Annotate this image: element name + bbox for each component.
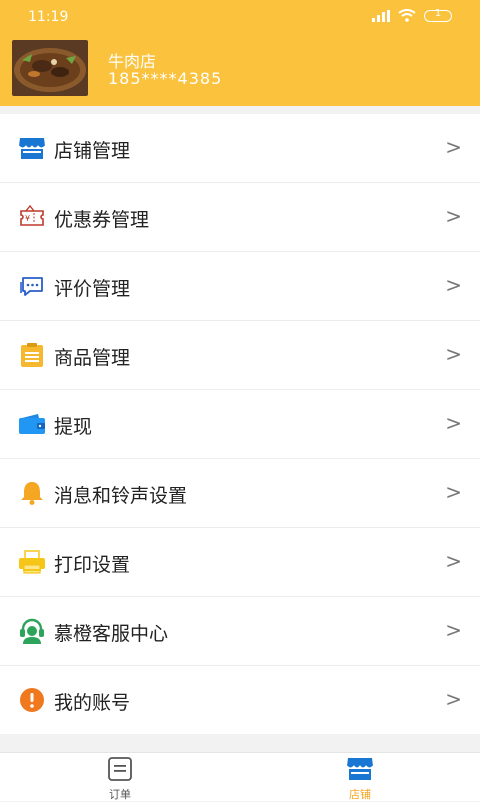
- menu-item-print-settings[interactable]: 打印设置 >: [0, 528, 480, 597]
- alert-icon: [18, 687, 46, 713]
- menu-item-review-management[interactable]: 评价管理 >: [0, 252, 480, 321]
- signal-icon: [372, 9, 390, 22]
- chevron-right-icon: >: [445, 342, 462, 366]
- menu-item-label: 店铺管理: [54, 140, 131, 162]
- clipboard-icon: [18, 342, 46, 368]
- headset-icon: [18, 618, 46, 644]
- chat-icon: [18, 273, 46, 299]
- menu-item-label: 评价管理: [54, 278, 131, 300]
- status-time: 11:19: [28, 9, 69, 25]
- settings-menu: 店铺管理 > ¥ 优惠券管理 > 评价管理 > 商品管理 > 提现 > 消息和铃…: [0, 114, 480, 734]
- chevron-right-icon: >: [445, 273, 462, 297]
- bell-icon: [18, 480, 46, 506]
- menu-item-label: 我的账号: [54, 692, 131, 714]
- menu-item-label: 提现: [54, 416, 93, 438]
- coupon-icon: ¥: [18, 204, 46, 230]
- order-icon: [108, 757, 132, 781]
- tab-store[interactable]: 店铺: [320, 757, 400, 802]
- chevron-right-icon: >: [445, 480, 462, 504]
- chevron-right-icon: >: [445, 549, 462, 573]
- store-icon: [18, 135, 46, 161]
- store-avatar[interactable]: [12, 40, 88, 96]
- status-bar: 11:19 1: [0, 0, 480, 34]
- profile-header: 11:19 1 牛肉店 185****4385: [0, 0, 480, 106]
- menu-item-coupon-management[interactable]: ¥ 优惠券管理 >: [0, 183, 480, 252]
- wifi-icon: [398, 9, 416, 22]
- chevron-right-icon: >: [445, 687, 462, 711]
- chevron-right-icon: >: [445, 204, 462, 228]
- chevron-right-icon: >: [445, 411, 462, 435]
- chevron-right-icon: >: [445, 618, 462, 642]
- menu-item-customer-service[interactable]: 慕橙客服中心 >: [0, 597, 480, 666]
- store-icon: [346, 758, 374, 780]
- menu-item-label: 优惠券管理: [54, 209, 150, 231]
- menu-item-my-account[interactable]: 我的账号 >: [0, 666, 480, 734]
- tab-orders[interactable]: 订单: [80, 757, 160, 802]
- menu-item-notification-settings[interactable]: 消息和铃声设置 >: [0, 459, 480, 528]
- bottom-tab-bar: 订单 店铺: [0, 752, 480, 801]
- menu-item-label: 打印设置: [54, 554, 131, 576]
- menu-item-withdraw[interactable]: 提现 >: [0, 390, 480, 459]
- chevron-right-icon: >: [445, 135, 462, 159]
- battery-level: 1: [434, 7, 442, 19]
- store-phone: 185****4385: [108, 69, 223, 88]
- status-icons: 1: [372, 7, 452, 22]
- menu-item-store-management[interactable]: 店铺管理 >: [0, 114, 480, 183]
- battery-icon: 1: [424, 7, 452, 22]
- printer-icon: [18, 549, 46, 575]
- menu-item-label: 消息和铃声设置: [54, 485, 188, 507]
- svg-text:¥: ¥: [25, 214, 30, 223]
- menu-item-product-management[interactable]: 商品管理 >: [0, 321, 480, 390]
- menu-item-label: 慕橙客服中心: [54, 623, 169, 645]
- menu-item-label: 商品管理: [54, 347, 131, 369]
- wallet-icon: [18, 411, 46, 437]
